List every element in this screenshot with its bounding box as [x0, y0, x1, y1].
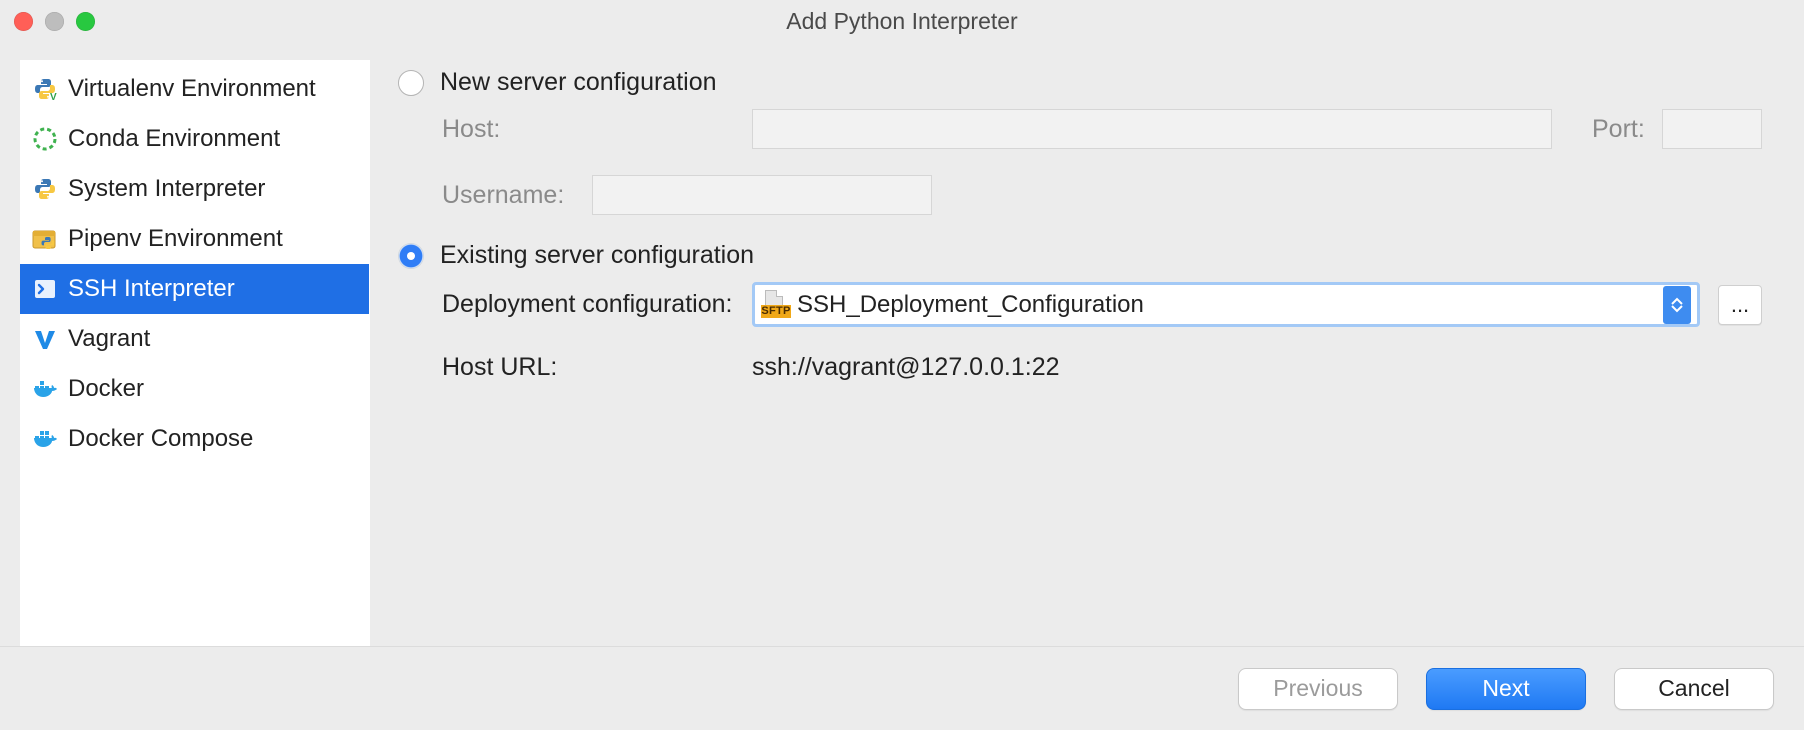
host-url-value: ssh://vagrant@127.0.0.1:22: [752, 353, 1060, 382]
sidebar-item-label: System Interpreter: [68, 175, 265, 203]
sidebar-item-label: Virtualenv Environment: [68, 75, 316, 103]
host-url-label: Host URL:: [442, 353, 752, 382]
docker-compose-icon: [32, 428, 58, 450]
host-input: [752, 109, 1552, 149]
content: V Virtualenv Environment Conda Environme…: [0, 42, 1804, 646]
new-server-form: Host: Port: Username:: [398, 109, 1762, 215]
conda-icon: [32, 127, 58, 151]
sidebar-item-conda[interactable]: Conda Environment: [20, 114, 369, 164]
sidebar-item-label: Vagrant: [68, 325, 150, 353]
deployment-config-value: SSH_Deployment_Configuration: [791, 291, 1663, 319]
sidebar-item-label: Docker Compose: [68, 425, 253, 453]
deployment-config-label: Deployment configuration:: [442, 290, 752, 319]
next-button[interactable]: Next: [1426, 668, 1586, 710]
previous-button: Previous: [1238, 668, 1398, 710]
svg-text:V: V: [50, 92, 57, 101]
sidebar-item-vagrant[interactable]: Vagrant: [20, 314, 369, 364]
main-panel: New server configuration Host: Port: Use…: [370, 60, 1784, 646]
new-server-label: New server configuration: [440, 68, 717, 97]
host-label: Host:: [442, 115, 752, 144]
sidebar-item-docker-compose[interactable]: Docker Compose: [20, 414, 369, 464]
vagrant-icon: [32, 327, 58, 351]
pipenv-icon: [32, 227, 58, 251]
browse-button[interactable]: ...: [1718, 285, 1762, 325]
port-label: Port:: [1592, 115, 1662, 144]
port-input: [1662, 109, 1762, 149]
existing-server-label: Existing server configuration: [440, 241, 754, 270]
deployment-config-dropdown[interactable]: SFTP SSH_Deployment_Configuration: [752, 282, 1700, 327]
sidebar-item-virtualenv[interactable]: V Virtualenv Environment: [20, 64, 369, 114]
footer: Previous Next Cancel: [0, 646, 1804, 730]
sidebar-item-docker[interactable]: Docker: [20, 364, 369, 414]
titlebar: Add Python Interpreter: [0, 0, 1804, 42]
sidebar-item-label: SSH Interpreter: [68, 275, 235, 303]
sidebar: V Virtualenv Environment Conda Environme…: [20, 60, 370, 646]
existing-server-radio-row[interactable]: Existing server configuration: [398, 241, 1762, 270]
sidebar-item-ssh[interactable]: SSH Interpreter: [20, 264, 369, 314]
sidebar-item-pipenv[interactable]: Pipenv Environment: [20, 214, 369, 264]
new-server-radio-row[interactable]: New server configuration: [398, 68, 1762, 97]
sftp-icon: SFTP: [761, 291, 791, 319]
python-icon: [32, 177, 58, 201]
username-label: Username:: [442, 181, 592, 210]
sidebar-item-label: Docker: [68, 375, 144, 403]
radio-new-server[interactable]: [398, 70, 424, 96]
terminal-icon: [32, 278, 58, 300]
docker-icon: [32, 378, 58, 400]
sidebar-item-system[interactable]: System Interpreter: [20, 164, 369, 214]
window-title: Add Python Interpreter: [0, 8, 1804, 35]
python-venv-icon: V: [32, 77, 58, 101]
cancel-button[interactable]: Cancel: [1614, 668, 1774, 710]
sidebar-item-label: Pipenv Environment: [68, 225, 283, 253]
sidebar-item-label: Conda Environment: [68, 125, 280, 153]
radio-existing-server[interactable]: [398, 243, 424, 269]
existing-server-form: Deployment configuration: SFTP SSH_Deplo…: [398, 282, 1762, 382]
dropdown-arrows-icon: [1663, 286, 1691, 324]
username-input: [592, 175, 932, 215]
